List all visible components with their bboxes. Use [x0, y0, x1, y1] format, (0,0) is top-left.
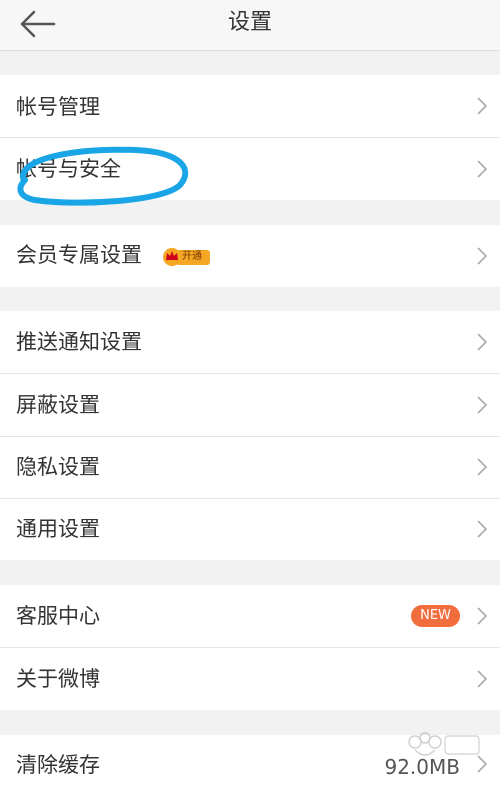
menu-item-label: 帐号管理	[16, 95, 100, 119]
menu-item-push-notifications[interactable]: 推送通知设置	[0, 311, 500, 373]
chevron-right-icon	[477, 396, 488, 414]
menu-item-label: 通用设置	[16, 517, 100, 541]
watermark-logo	[408, 732, 480, 756]
menu-item-label: 关于微博	[16, 667, 100, 691]
chevron-right-icon	[477, 607, 488, 625]
menu-item-label: 客服中心	[16, 604, 100, 628]
menu-item-label: 屏蔽设置	[16, 393, 100, 417]
chevron-right-icon	[477, 97, 488, 115]
menu-item-label: 推送通知设置	[16, 330, 142, 354]
menu-item-label: 帐号与安全	[16, 157, 121, 181]
chevron-right-icon	[477, 458, 488, 476]
menu-item-about-weibo[interactable]: 关于微博	[0, 648, 500, 710]
chevron-right-icon	[477, 160, 488, 178]
chevron-right-icon	[477, 520, 488, 538]
page-title: 设置	[227, 10, 272, 35]
new-badge: NEW	[411, 605, 460, 627]
menu-item-account-security[interactable]: 帐号与安全	[0, 138, 500, 200]
menu-item-vip-settings[interactable]: 会员专属设置 开通	[0, 225, 500, 287]
menu-item-privacy-settings[interactable]: 隐私设置	[0, 437, 500, 498]
chevron-right-icon	[477, 247, 488, 265]
vip-open-badge: 开通	[162, 247, 210, 267]
chevron-right-icon	[477, 333, 488, 351]
menu-item-customer-service[interactable]: 客服中心 NEW	[0, 585, 500, 647]
vip-open-label: 开通	[182, 251, 202, 262]
menu-item-label: 隐私设置	[16, 455, 100, 479]
menu-item-account-management[interactable]: 帐号管理	[0, 75, 500, 137]
menu-item-general-settings[interactable]: 通用设置	[0, 499, 500, 560]
menu-item-label: 清除缓存	[16, 753, 100, 777]
menu-item-block-settings[interactable]: 屏蔽设置	[0, 374, 500, 436]
menu-item-label: 会员专属设置	[16, 243, 142, 267]
chevron-right-icon	[477, 670, 488, 688]
top-bar: 设置	[0, 0, 500, 51]
